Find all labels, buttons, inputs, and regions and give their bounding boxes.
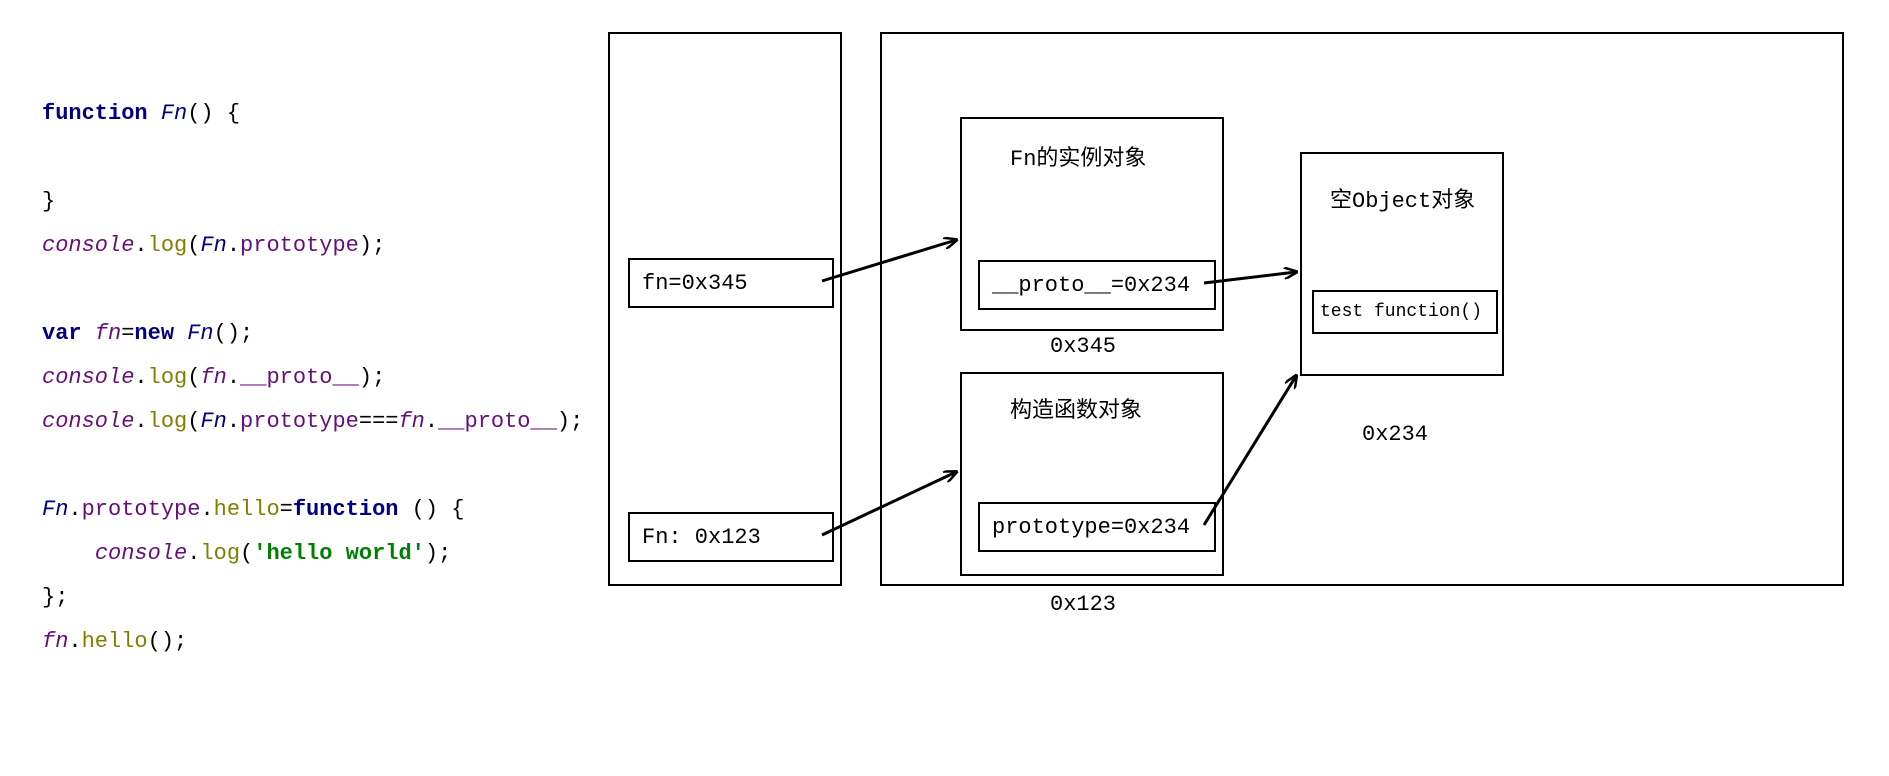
ident-Fn: Fn bbox=[200, 409, 226, 434]
prop-prototype: prototype bbox=[240, 233, 359, 258]
method-log: log bbox=[148, 233, 188, 258]
console: console bbox=[42, 409, 134, 434]
kw-new: new bbox=[134, 321, 174, 346]
string-hello: 'hello world' bbox=[253, 541, 425, 566]
punct: } bbox=[42, 189, 55, 214]
stack-column bbox=[608, 32, 842, 586]
prop-proto: __proto__ bbox=[240, 365, 359, 390]
console: console bbox=[42, 365, 134, 390]
memory-diagram: fn=0x345 Fn: 0x123 Fn的实例对象 __proto__=0x2… bbox=[600, 32, 1860, 752]
instance-proto-cell: __proto__=0x234 bbox=[978, 260, 1216, 310]
instance-addr: 0x345 bbox=[1050, 334, 1116, 359]
ident-Fn: Fn bbox=[42, 497, 68, 522]
punct: () { bbox=[187, 101, 240, 126]
punct: () { bbox=[398, 497, 464, 522]
ident-Fn: Fn bbox=[187, 321, 213, 346]
instance-title: Fn的实例对象 bbox=[1010, 140, 1146, 172]
prop-prototype: prototype bbox=[82, 497, 201, 522]
code-block: function Fn() { } console.log(Fn.prototy… bbox=[42, 48, 583, 664]
ident-fn: fn bbox=[42, 629, 68, 654]
ident-Fn: Fn bbox=[161, 101, 187, 126]
console: console bbox=[42, 233, 134, 258]
stack-cell-fn: fn=0x345 bbox=[628, 258, 834, 308]
console: console bbox=[95, 541, 187, 566]
ident-fn: fn bbox=[398, 409, 424, 434]
prop-prototype: prototype bbox=[240, 409, 359, 434]
method-log: log bbox=[148, 409, 188, 434]
ctor-title: 构造函数对象 bbox=[1010, 392, 1142, 424]
empty-object-test-cell: test function() bbox=[1312, 290, 1498, 334]
kw-function: function bbox=[42, 101, 148, 126]
method-log: log bbox=[148, 365, 188, 390]
stack-cell-Fn: Fn: 0x123 bbox=[628, 512, 834, 562]
kw-function: function bbox=[293, 497, 399, 522]
empty-object-addr: 0x234 bbox=[1362, 422, 1428, 447]
ctor-addr: 0x123 bbox=[1050, 592, 1116, 617]
ident-Fn: Fn bbox=[200, 233, 226, 258]
empty-object-title: 空Object对象 bbox=[1330, 182, 1475, 214]
method-hello: hello bbox=[214, 497, 280, 522]
method-log: log bbox=[200, 541, 240, 566]
ident-fn: fn bbox=[200, 365, 226, 390]
ctor-prototype-cell: prototype=0x234 bbox=[978, 502, 1216, 552]
method-hello: hello bbox=[82, 629, 148, 654]
punct: }; bbox=[42, 585, 68, 610]
ident-fn: fn bbox=[95, 321, 121, 346]
prop-proto: __proto__ bbox=[438, 409, 557, 434]
kw-var: var bbox=[42, 321, 82, 346]
